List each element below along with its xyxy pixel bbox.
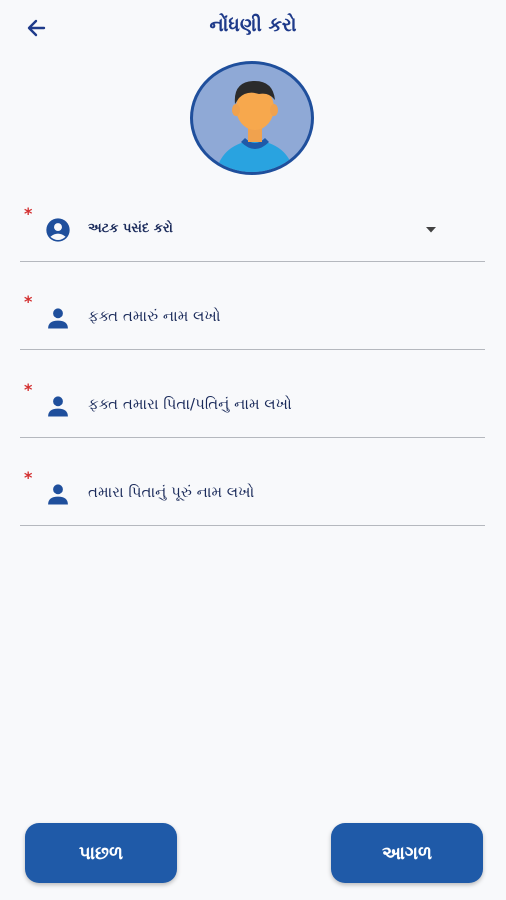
father-full-name-placeholder: તમારા પિતાનું પૂરું નામ લખો <box>88 483 255 501</box>
back-button[interactable]: પાછળ <box>25 823 177 883</box>
next-button[interactable]: આગળ <box>331 823 483 883</box>
person-icon <box>48 484 68 505</box>
first-name-placeholder: ફક્ત તમારું નામ લખો <box>88 307 221 325</box>
surname-select-label: અટક પસંદ કરો <box>88 221 173 236</box>
required-asterisk: * <box>24 380 33 399</box>
person-icon <box>48 308 68 329</box>
father-name-field[interactable]: * ફક્ત તમારા પિતા/પતિનું નામ લખો <box>20 380 485 438</box>
profile-avatar[interactable] <box>190 61 314 175</box>
required-asterisk: * <box>24 468 33 487</box>
page-title: નોંધણી કરો <box>209 14 297 36</box>
app-bar: નોંધણી કરો <box>0 0 506 56</box>
account-circle-icon <box>46 218 70 242</box>
person-icon <box>48 396 68 417</box>
required-asterisk: * <box>24 292 33 311</box>
caret-down-icon[interactable] <box>425 226 437 234</box>
father-name-placeholder: ફક્ત તમારા પિતા/પતિનું નામ લખો <box>88 395 292 413</box>
first-name-field[interactable]: * ફક્ત તમારું નામ લખો <box>20 292 485 350</box>
surname-select[interactable]: * અટક પસંદ કરો <box>20 204 485 262</box>
father-full-name-field[interactable]: * તમારા પિતાનું પૂરું નામ લખો <box>20 468 485 526</box>
required-asterisk: * <box>24 204 33 223</box>
